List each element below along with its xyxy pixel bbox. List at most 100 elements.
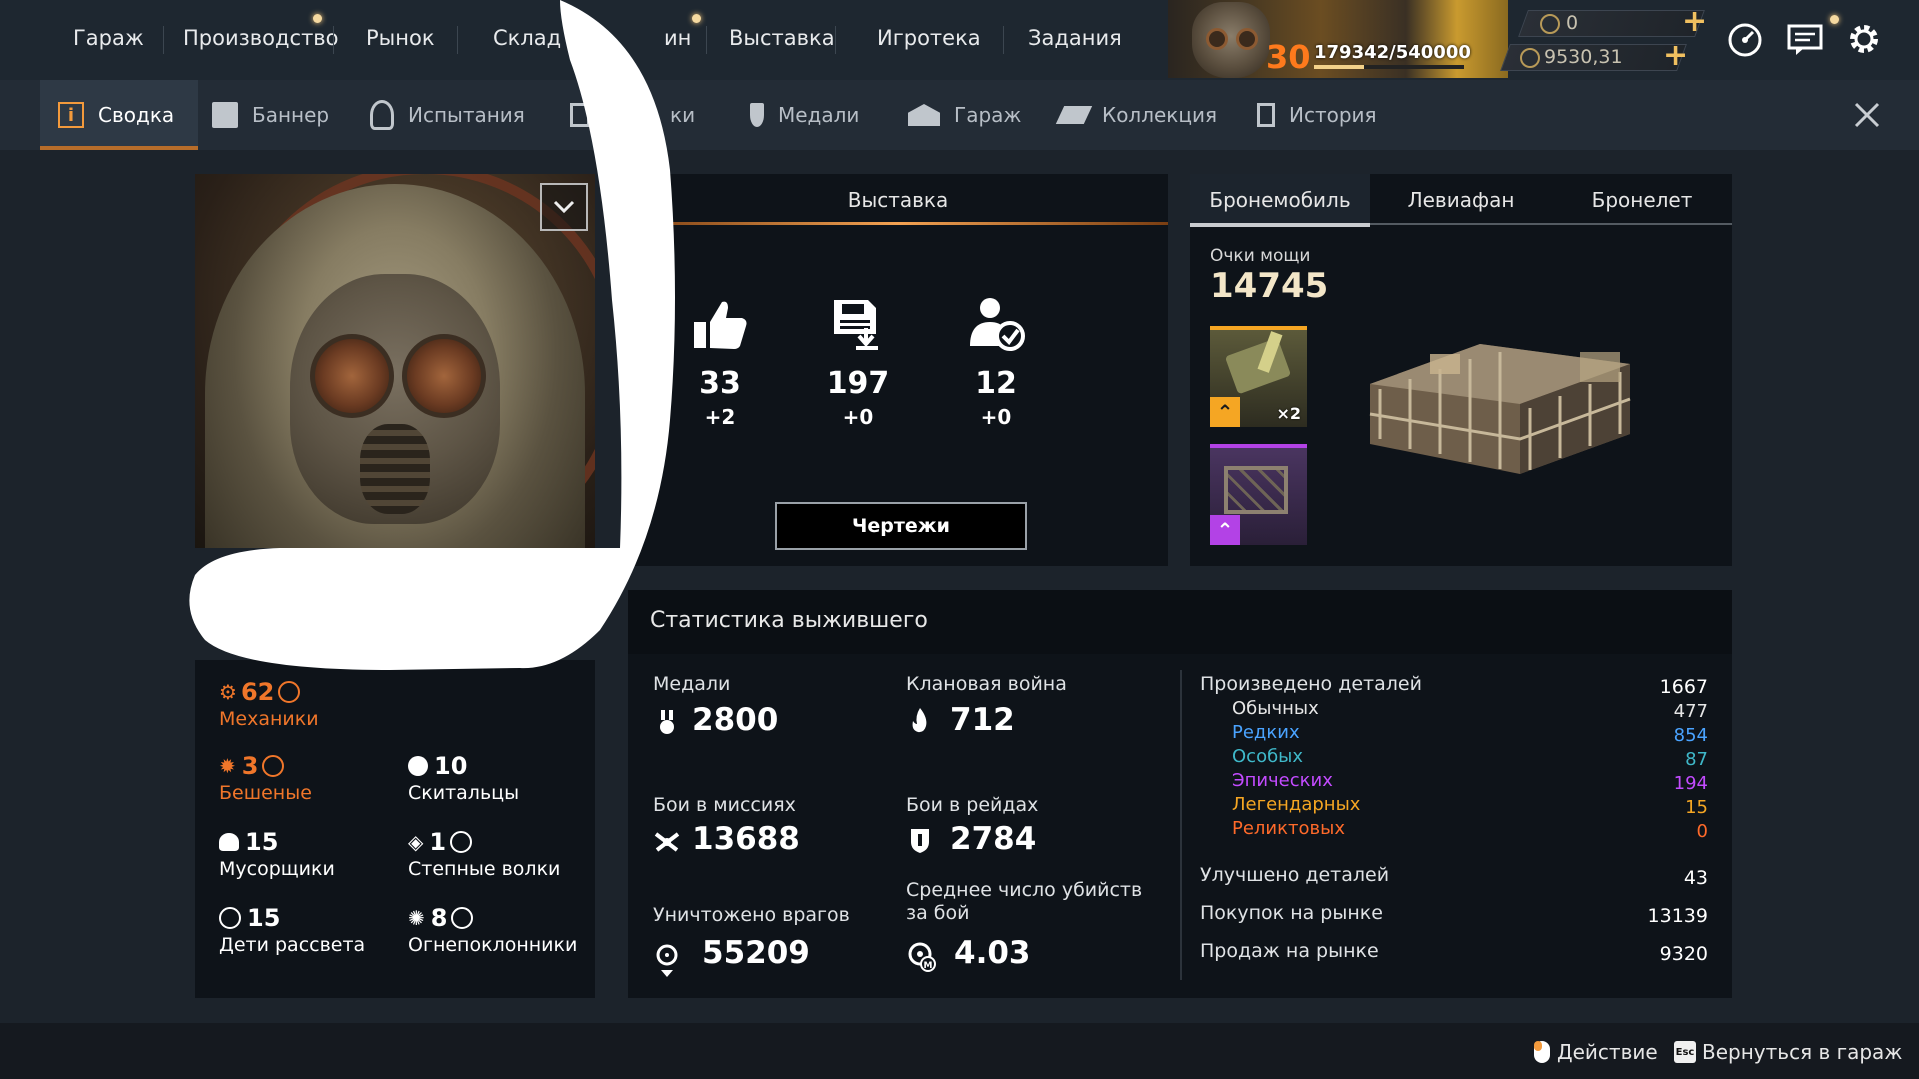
enemies-destroyed-value: 55209 [702, 935, 810, 971]
top-navigation-bar: Гараж Производство Рынок Склад ин Выстав… [0, 0, 1919, 81]
nav-game-library[interactable]: Игротека [877, 26, 981, 50]
cabin-part-image [1224, 466, 1288, 514]
active-tab-indicator [40, 146, 198, 150]
vehicle-preview-image[interactable] [1350, 324, 1650, 484]
survivor-stats-panel: Статистика выжившего Медали 2800 Бои в м… [628, 590, 1732, 998]
produced-parts-label: Произведено деталей [1200, 673, 1422, 695]
tab-armored-car[interactable]: Бронемобиль [1190, 174, 1370, 226]
tab-medals[interactable]: Медали [750, 80, 859, 150]
profile-panel[interactable]: 30 179342/540000 [1168, 0, 1508, 78]
dawns-children-icon [219, 907, 241, 929]
esc-key-icon: Esc [1674, 1041, 1696, 1063]
coupons-amount: 0 [1566, 12, 1579, 34]
survivor-stats-header: Статистика выжившего [628, 590, 1732, 654]
steppe-wolves-value: 1 [429, 828, 447, 856]
nav-exhibition[interactable]: Выставка [729, 26, 835, 50]
notification-dot [1830, 15, 1839, 24]
avg-kills-label-line2: за бой [906, 902, 970, 924]
avatar-dropdown-button[interactable] [540, 183, 588, 231]
banner-icon [212, 102, 238, 128]
tab-banner-label: Баннер [252, 103, 330, 127]
epic-rank-icon: ⌃ [1210, 515, 1240, 545]
mechanics-reputation: ⚙ 62 [219, 678, 301, 706]
svg-text:M: M [924, 961, 933, 971]
upgraded-parts-label: Улучшено деталей [1200, 864, 1390, 886]
tab-leviathan[interactable]: Левиафан [1371, 174, 1551, 226]
back-to-garage-label: Вернуться в гараж [1702, 1040, 1903, 1064]
tab-medals-label: Медали [778, 103, 860, 127]
tab-history-label: История [1289, 103, 1377, 127]
rarity-value: 0 [1696, 821, 1708, 842]
rarity-label: Эпических [1232, 770, 1333, 791]
chevron-down-icon [553, 200, 575, 214]
add-coins-button[interactable]: + [1663, 38, 1688, 73]
nav-clan[interactable]: ин [664, 26, 691, 50]
market-buys-value: 13139 [1647, 905, 1708, 927]
blueprints-button[interactable]: Чертежи [775, 502, 1027, 550]
medal-icon [750, 103, 764, 127]
close-icon[interactable] [1850, 98, 1884, 132]
legendary-part-tile[interactable]: ⌃ ×2 [1210, 326, 1307, 427]
nav-garage[interactable]: Гараж [73, 26, 144, 50]
chat-icon[interactable] [1786, 20, 1824, 58]
collection-icon [1055, 106, 1093, 124]
nav-tasks[interactable]: Задания [1028, 26, 1122, 50]
mechanics-value: 62 [240, 678, 275, 706]
avg-kills-value: 4.03 [954, 935, 1031, 971]
subscribers-delta: +0 [980, 405, 1012, 429]
dawns-children-name: Дети рассвета [219, 934, 366, 956]
tab-history[interactable]: История [1257, 80, 1377, 150]
tab-collection[interactable]: Коллекция [1055, 80, 1217, 150]
lunatics-value: 3 [241, 752, 259, 780]
tab-banner[interactable]: Баннер [212, 80, 329, 150]
nav-market[interactable]: Рынок [366, 26, 435, 50]
laurel-icon [451, 907, 474, 929]
notification-dot [313, 14, 322, 23]
tab-garage-label: Гараж [954, 103, 1022, 127]
scavengers-value: 15 [245, 828, 279, 856]
info-icon: i [58, 102, 84, 128]
rarity-label: Реликтовых [1232, 818, 1345, 839]
clan-war-value: 712 [950, 702, 1015, 738]
nomads-icon [408, 756, 428, 776]
tab-stickers-label-part1: Н [604, 103, 620, 127]
back-to-garage-hint[interactable]: Esc Вернуться в гараж [1674, 1040, 1902, 1064]
tab-stickers-label-part2: ки [670, 103, 696, 127]
avatar-gas-mask [290, 274, 500, 524]
avatar-breathing-tubes [360, 424, 430, 514]
player-avatar-card[interactable] [195, 174, 595, 548]
medals-value: 2800 [692, 702, 779, 738]
medal-icon [660, 710, 674, 734]
player-level: 30 [1266, 38, 1311, 76]
tab-stickers[interactable]: Н [570, 80, 619, 150]
avatar-goggle-left [310, 334, 394, 418]
tab-stickers-end[interactable]: ки [670, 80, 695, 150]
saves-count: 197 [826, 366, 890, 401]
action-hint[interactable]: Действие [1533, 1040, 1658, 1064]
dawns-children-reputation: 15 [219, 904, 280, 932]
firestarters-name: Огнепоклонники [408, 934, 578, 956]
tab-summary[interactable]: i Сводка [40, 80, 198, 150]
tab-armored-plane[interactable]: Бронелет [1552, 174, 1732, 226]
shield-icon [911, 829, 929, 853]
medals-label: Медали [653, 673, 731, 695]
rarity-label: Легендарных [1232, 794, 1361, 815]
nav-storage[interactable]: Склад [493, 26, 561, 50]
epic-part-tile[interactable]: ⌃ [1210, 444, 1307, 545]
steppe-wolves-name: Степные волки [408, 858, 561, 880]
exhibition-title: Выставка [847, 188, 949, 212]
tab-trials[interactable]: Испытания [370, 80, 525, 150]
upgraded-parts-value: 43 [1683, 867, 1708, 889]
nav-production[interactable]: Производство [183, 26, 339, 50]
rarity-value: 87 [1685, 749, 1708, 770]
speedometer-icon[interactable] [1726, 20, 1764, 58]
nomads-reputation: 10 [408, 752, 467, 780]
add-coupons-button[interactable]: + [1682, 4, 1707, 39]
exhibition-saves: 197 +0 [798, 294, 918, 429]
tab-garage[interactable]: Гараж [908, 80, 1021, 150]
rarity-label: Обычных [1232, 698, 1319, 719]
mission-battles-value: 13688 [692, 821, 800, 857]
rarity-label: Особых [1232, 746, 1304, 767]
settings-gear-icon[interactable] [1845, 20, 1883, 58]
firestarters-reputation: ✺ 8 [408, 904, 474, 932]
